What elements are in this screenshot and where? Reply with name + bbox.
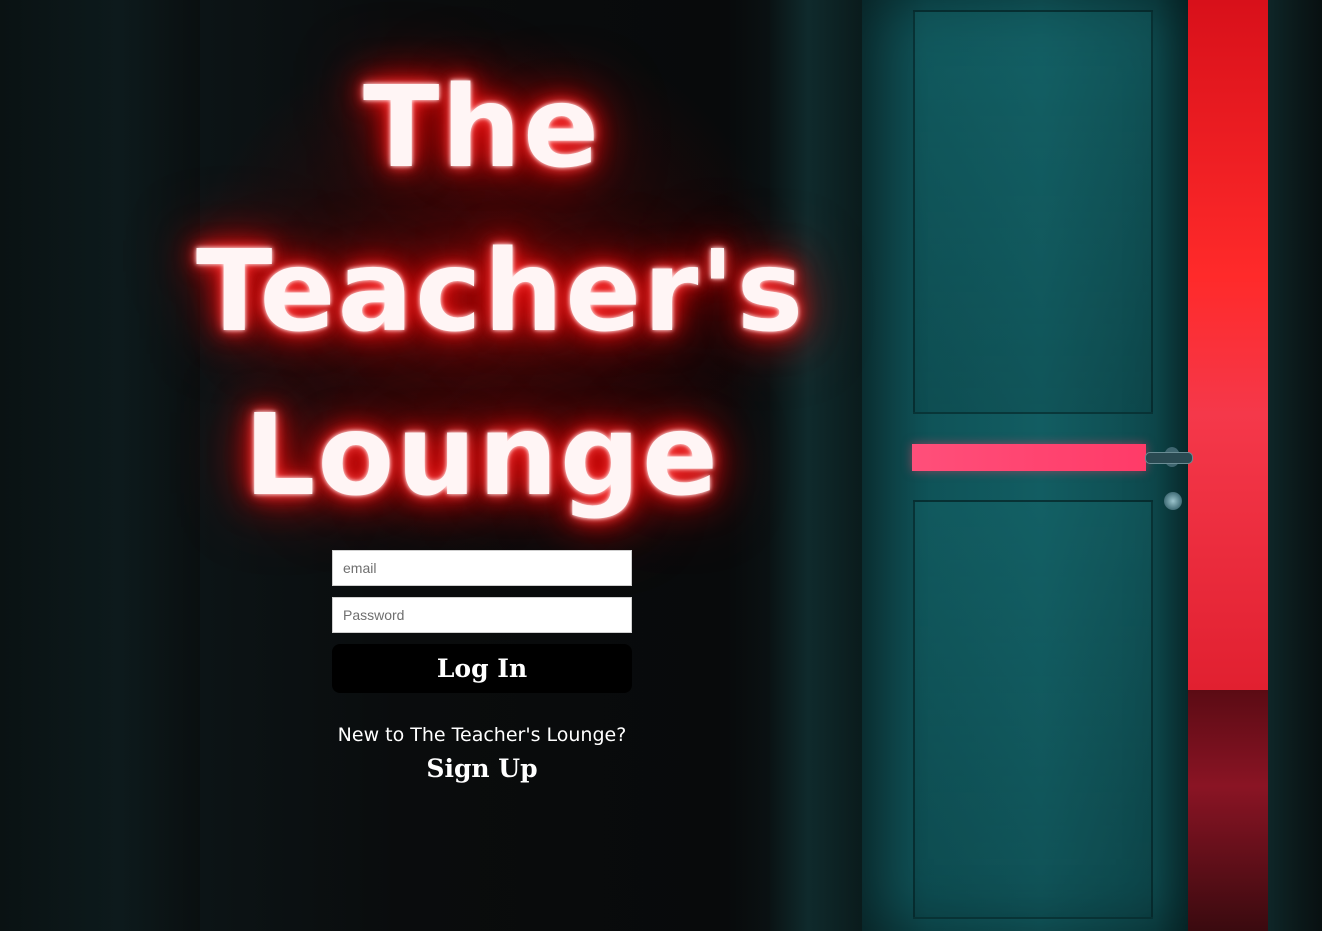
title-line-2: Teacher's	[196, 227, 806, 357]
door-panel-bottom	[913, 500, 1153, 919]
signup-link[interactable]: Sign Up	[380, 754, 584, 783]
app-title: The Teacher's Lounge	[196, 46, 806, 538]
login-form: Log In	[332, 550, 632, 693]
title-line-1: The	[362, 63, 602, 193]
background-red-floor	[1185, 690, 1270, 931]
door-frame-right	[1268, 0, 1322, 931]
door-frame-left	[770, 0, 865, 931]
door-handle	[1145, 452, 1193, 464]
signup-prompt: New to The Teacher's Lounge?	[337, 724, 627, 746]
background-red-room	[1185, 0, 1270, 690]
password-field[interactable]	[332, 597, 632, 633]
login-button[interactable]: Log In	[332, 644, 632, 693]
door-lock	[1164, 492, 1182, 510]
door-panel-top	[913, 10, 1153, 414]
title-line-3: Lounge	[244, 391, 720, 521]
door-stripe	[912, 444, 1146, 471]
background-wall	[0, 0, 200, 931]
email-field[interactable]	[332, 550, 632, 586]
login-page: The Teacher's Lounge Log In New to The T…	[0, 0, 1322, 931]
